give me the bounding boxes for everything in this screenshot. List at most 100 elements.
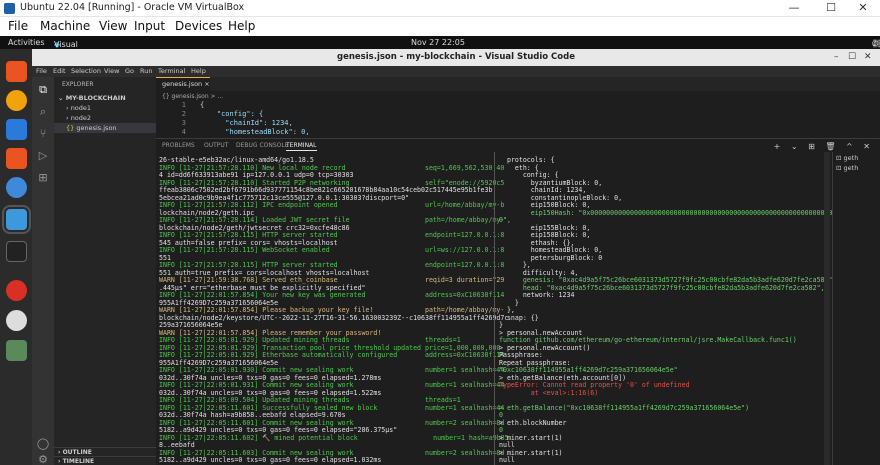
- terminal-icon[interactable]: [6, 241, 27, 262]
- source-control-icon[interactable]: ⑂: [36, 127, 50, 141]
- line-number: 2: [181, 110, 186, 118]
- vscode-maximize-button[interactable]: ☐: [848, 49, 856, 66]
- disc-icon[interactable]: [6, 310, 27, 331]
- tab-genesis-json[interactable]: genesis.json ×: [156, 77, 210, 91]
- activities-button[interactable]: Activities: [8, 38, 45, 47]
- vsc-menu-edit[interactable]: Edit: [53, 67, 66, 75]
- tab-problems[interactable]: PROBLEMS: [162, 142, 195, 149]
- code-editor[interactable]: 1 { 2 "config": { 3 "chainId": 1234, 4 "…: [156, 101, 880, 137]
- code-line: "chainId": 1234,: [200, 119, 293, 127]
- chevron-right-icon: ›: [58, 449, 61, 456]
- chevron-right-icon: ›: [66, 114, 69, 122]
- vsc-menu-file[interactable]: File: [36, 67, 47, 75]
- menu-help[interactable]: Help: [228, 19, 255, 33]
- timeline-section[interactable]: › TIMELINE: [54, 456, 156, 465]
- terminal-entry[interactable]: ⊡ geth: [836, 154, 858, 163]
- terminal-icon: ⊡: [836, 154, 842, 162]
- vscode-title: genesis.json - my-blockchain - Visual St…: [337, 52, 575, 62]
- vsc-menu-go[interactable]: Go: [125, 67, 134, 75]
- close-button[interactable]: ✕: [846, 0, 880, 17]
- menu-machine[interactable]: Machine: [40, 19, 90, 33]
- panel-tabs: PROBLEMS OUTPUT DEBUG CONSOLE TERMINAL +…: [156, 138, 880, 152]
- line-number: 3: [181, 119, 186, 127]
- writer-icon[interactable]: [6, 119, 27, 140]
- vsc-menu-help[interactable]: Help: [191, 67, 206, 75]
- outline-section[interactable]: › OUTLINE: [54, 447, 156, 456]
- virtualbox-titlebar: Ubuntu 22.04 [Running] - Oracle VM Virtu…: [0, 0, 880, 17]
- file-genesis-json[interactable]: {} genesis.json: [54, 123, 156, 133]
- console-line: eip150Hash: "0x0000000000000000000000000…: [499, 208, 832, 217]
- json-file-icon: {}: [66, 124, 75, 132]
- terminal-line: 5182..a9d429 uncles=0 txs=0 gas=0 fees=0…: [159, 456, 382, 464]
- chevron-right-icon: ›: [66, 104, 69, 112]
- rhythmbox-icon[interactable]: [6, 90, 27, 111]
- tab-terminal[interactable]: TERMINAL: [286, 142, 317, 151]
- terminal-entry[interactable]: ⊡ geth: [836, 164, 858, 173]
- vsc-menu-view[interactable]: View: [104, 67, 119, 75]
- tab-output[interactable]: OUTPUT: [204, 142, 228, 149]
- tab-debug-console[interactable]: DEBUG CONSOLE: [236, 142, 289, 149]
- trash-icon[interactable]: [6, 340, 27, 361]
- terminal-scrollbar[interactable]: [824, 152, 830, 465]
- chrome-icon[interactable]: [6, 280, 27, 301]
- ubuntu-dock: [0, 49, 32, 465]
- folder-root[interactable]: ⌄ MY-BLOCKCHAIN: [54, 93, 156, 103]
- search-icon[interactable]: ⌕: [36, 105, 50, 119]
- console-line: snap: {}: [499, 313, 539, 322]
- virtualbox-icon: [4, 3, 15, 14]
- vscode-icon[interactable]: [2, 205, 31, 234]
- chevron-right-icon: ›: [58, 458, 61, 465]
- vsc-menu-run[interactable]: Run: [140, 67, 152, 75]
- folder-node2[interactable]: › node2: [54, 113, 156, 123]
- breadcrumb[interactable]: {} genesis.json > ...: [162, 93, 223, 100]
- ubuntu-software-icon[interactable]: [6, 148, 27, 169]
- explorer-sidebar: EXPLORER ⌄ MY-BLOCKCHAIN › node1 › node2…: [54, 77, 156, 465]
- clock[interactable]: Nov 27 22:05: [411, 38, 465, 47]
- virtualbox-menubar: File Machine View Input Devices Help: [0, 17, 880, 36]
- vscode-menubar: File Edit Selection View Go Run Terminal…: [32, 66, 880, 77]
- vscode-minimize-button[interactable]: –: [834, 49, 839, 66]
- terminal-list: ⊡ geth ⊡ geth: [832, 152, 880, 465]
- console-line: > eth.getBalance("0xc10638ff114955a1ff42…: [499, 403, 750, 412]
- extensions-icon[interactable]: ⊞: [36, 171, 50, 185]
- code-line: "homesteadBlock": 0,: [200, 128, 310, 136]
- menu-devices[interactable]: Devices: [175, 19, 222, 33]
- menu-file[interactable]: File: [8, 19, 28, 33]
- line-number: 1: [181, 101, 186, 109]
- folder-node1[interactable]: › node1: [54, 103, 156, 113]
- vsc-menu-selection[interactable]: Selection: [71, 67, 101, 75]
- window-title: Ubuntu 22.04 [Running] - Oracle VM Virtu…: [20, 2, 245, 13]
- maximize-button[interactable]: ☐: [814, 0, 848, 17]
- run-debug-icon[interactable]: ▷: [36, 149, 50, 163]
- chevron-down-icon: ⌄: [58, 94, 64, 102]
- vscode-close-button[interactable]: ✕: [864, 49, 872, 66]
- vsc-menu-terminal[interactable]: Terminal: [158, 67, 185, 75]
- vscode-titlebar: genesis.json - my-blockchain - Visual St…: [32, 49, 880, 66]
- explorer-header: EXPLORER: [62, 81, 94, 88]
- console-line: at <eval>:1:16(6): [499, 388, 599, 397]
- files-icon[interactable]: [6, 61, 27, 82]
- help-icon[interactable]: [6, 177, 27, 198]
- ubuntu-topbar: Activities ◆ Visual Studio Code Nov 27 2…: [0, 36, 880, 67]
- menu-view[interactable]: View: [99, 19, 127, 33]
- console-line: > eth.blockNumber: [499, 418, 567, 427]
- explorer-icon[interactable]: ⧉: [36, 83, 50, 97]
- minimize-button[interactable]: —: [777, 0, 811, 17]
- code-line: "config": {: [200, 110, 264, 118]
- console-line: null: [499, 456, 515, 464]
- code-line: {: [200, 101, 205, 109]
- editor-area: genesis.json × {} genesis.json > ... 1 {…: [156, 77, 880, 465]
- account-icon[interactable]: ◯: [36, 437, 50, 451]
- vscode-window: genesis.json - my-blockchain - Visual St…: [32, 49, 880, 465]
- terminal-line: INFO [11-27|22:05:11.602] 🔨 mined potent…: [159, 433, 509, 442]
- terminal-icon: ⊡: [836, 164, 842, 172]
- line-number: 4: [181, 128, 186, 136]
- terminal[interactable]: 26-stable-e5eb32ac/linux-amd64/go1.18.5 I…: [156, 152, 832, 465]
- activity-bar: ⧉ ⌕ ⑂ ▷ ⊞ ◯ ⚙: [32, 77, 54, 465]
- editor-tabs: genesis.json ×: [156, 77, 880, 91]
- panel-actions[interactable]: + ⌄ ⊞ 🗑 ^ ✕: [774, 142, 874, 151]
- manage-gear-icon[interactable]: ⚙: [36, 453, 50, 465]
- terminal-split-divider[interactable]: [494, 152, 495, 465]
- menu-input[interactable]: Input: [134, 19, 165, 33]
- terminal-line: INFO [11-27|21:57:28.115] WebSocket enab…: [159, 246, 505, 254]
